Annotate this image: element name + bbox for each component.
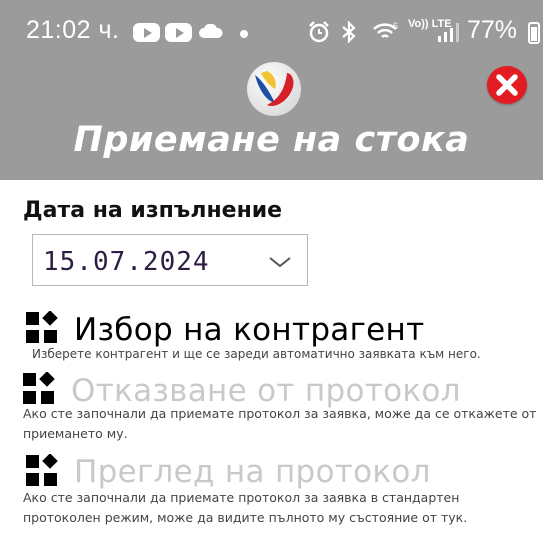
menu-item-title: Избор на контрагент xyxy=(74,312,425,348)
dashboard-grid-icon xyxy=(26,311,58,343)
alarm-icon xyxy=(309,21,329,43)
svg-text:6: 6 xyxy=(393,21,398,31)
app-header: Приемане на стока xyxy=(0,58,543,180)
status-bar: 21:02 ч. 6 Vo)) LTE 77% xyxy=(0,0,543,58)
dashboard-grid-icon xyxy=(26,454,58,486)
menu-item-title: Преглед на протокол xyxy=(74,454,431,490)
menu-item-description: Ако сте започнали да приемате протокол з… xyxy=(23,406,537,441)
menu-item-description: Изберете контрагент и ще се зареди автом… xyxy=(32,347,481,361)
youtube-icon xyxy=(165,23,192,42)
battery-percent: 77% xyxy=(467,16,518,44)
dashboard-grid-icon xyxy=(23,372,55,404)
wifi-icon: 6 xyxy=(373,21,398,38)
battery-icon xyxy=(528,22,540,44)
status-time: 21:02 ч. xyxy=(26,16,120,44)
cloud-icon xyxy=(199,24,223,38)
page-title: Приемане на стока xyxy=(73,120,470,160)
chevron-down-icon xyxy=(269,257,291,268)
youtube-icon xyxy=(133,23,160,42)
menu-item-select-counterparty[interactable]: Избор на контрагент Изберете контрагент … xyxy=(0,308,543,368)
menu-item-description: Ако сте започнали да приемате протокол з… xyxy=(23,490,468,525)
date-label: Дата на изпълнение xyxy=(23,198,283,223)
menu-item-view-protocol[interactable]: Преглед на протокол Ако сте започнали да… xyxy=(0,452,543,542)
notification-dot-icon xyxy=(240,30,248,38)
date-select[interactable]: 15.07.2024 xyxy=(32,234,308,286)
date-value: 15.07.2024 xyxy=(43,247,210,277)
menu-item-cancel-protocol[interactable]: Отказване от протокол Ако сте започнали … xyxy=(0,368,543,450)
close-icon xyxy=(496,74,518,96)
company-logo xyxy=(247,62,301,116)
bluetooth-icon xyxy=(342,21,356,43)
signal-icon xyxy=(438,23,459,42)
close-button[interactable] xyxy=(487,66,527,104)
